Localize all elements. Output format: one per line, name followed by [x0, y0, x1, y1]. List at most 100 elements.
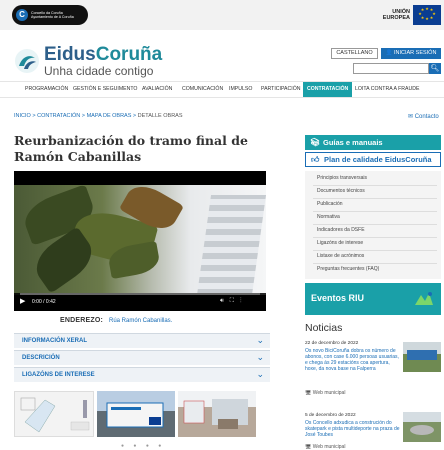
main-nav: PROGRAMACIÓN GESTIÓN E SEGUIMENTO AVALIA… [0, 81, 444, 98]
news-heading: Noticias [305, 322, 343, 334]
city-emblem-icon: C [16, 9, 28, 21]
web-icon: 🖥︎ [305, 390, 312, 396]
news-image[interactable] [403, 342, 441, 372]
quality-plan-label: Plan de calidade EidusCoruña [324, 155, 432, 164]
nav-item-comunicacion[interactable]: COMUNICACIÓN [182, 82, 223, 97]
svg-text:★: ★ [425, 6, 429, 11]
sidebar-link[interactable]: Preguntas frecuentes (FAQ) [317, 266, 379, 272]
breadcrumb: INICIO > CONTRATACIÓN > MAPA DE OBRAS > … [14, 113, 183, 119]
sidebar-link[interactable]: Listaxe de acrónimos [317, 253, 364, 259]
sidebar-link[interactable]: Normativa [317, 214, 340, 220]
breadcrumb-current: DETALLE OBRAS [137, 113, 183, 119]
page-title: Reurbanización do tramo final de Ramón C… [14, 133, 248, 164]
search-button[interactable]: 🔍︎ [429, 63, 441, 74]
brand-tagline: Unha cidade contigo [44, 64, 154, 78]
sidebar-link[interactable]: Publicación [317, 201, 343, 207]
video-frame [14, 178, 266, 295]
brand-name-part2: Coruña [95, 44, 163, 65]
guides-button[interactable]: 📚︎ Guías e manuais [305, 135, 441, 150]
nav-item-participacion[interactable]: PARTICIPACIÓN [261, 82, 301, 97]
eu-flag-icon: ★ ★ ★ ★ ★ ★ ★ ★ [413, 5, 441, 25]
search-input[interactable] [353, 63, 429, 74]
top-bar: C Concello da Coruña Ayuntamiento de A C… [0, 0, 444, 30]
site-plan-image [20, 397, 90, 433]
brand-name-part1: Eidus [44, 44, 96, 65]
accordion-ligazons[interactable]: LIGAZÓNS DE INTERESE ⌄ [14, 367, 270, 382]
construction-image [178, 391, 256, 437]
news-headline[interactable]: Os Concello adxudica a construción do sk… [305, 420, 400, 438]
nav-item-loita-fraude[interactable]: LOITA CONTRA A FRAUDE [355, 82, 419, 97]
video-control-icons[interactable]: 🔊︎⛶⋮ [220, 298, 247, 305]
news-headline[interactable]: Os novo BiciCoruña dobra os número de ab… [305, 348, 400, 372]
events-banner[interactable]: Eventos RIU [305, 283, 441, 315]
news-source-label: Web municipal [312, 444, 346, 450]
thumbs-up-icon: 👍︎ [311, 155, 320, 164]
address-value[interactable]: Rúa Ramón Cabanillas. [109, 318, 172, 324]
contact-link[interactable]: ✉ Contacto [408, 113, 439, 120]
divider [313, 185, 437, 186]
eidus-logo-icon [15, 49, 39, 73]
site-logo[interactable]: EidusCoruña Unha cidade contigo [14, 44, 162, 78]
sidebar-links: Principios transversais Documentos técni… [305, 171, 441, 279]
accordion-descricion[interactable]: DESCRICIÓN ⌄ [14, 350, 270, 365]
login-button[interactable]: 👤 INICIAR SESIÓN [381, 48, 441, 59]
video-progress-track[interactable] [20, 293, 260, 295]
news-date: 22 de decembro de 2022 [305, 341, 359, 346]
nav-item-programacion[interactable]: PROGRAMACIÓN [25, 82, 68, 97]
bike-station-image [403, 342, 441, 372]
works-sign-image [97, 391, 175, 437]
nav-item-xestion[interactable]: GESTIÓN E SEGUIMENTO [73, 82, 137, 97]
city-council-logo[interactable]: C Concello da Coruña Ayuntamiento de A C… [12, 5, 88, 25]
accordion-label: LIGAZÓNS DE INTERESE [22, 372, 95, 378]
svg-text:★: ★ [425, 16, 429, 21]
breadcrumb-contratacion[interactable]: CONTRATACIÓN [37, 113, 80, 119]
sidebar-link[interactable]: Principios transversais [317, 175, 367, 181]
divider [313, 224, 437, 225]
accordion-label: DESCRICIÓN [22, 355, 60, 361]
news-source-label: Web municipal [312, 390, 346, 396]
video-building [196, 195, 266, 295]
news-source: 🖥︎ Web municipal [305, 444, 345, 450]
address: ENDEREZO: Rúa Ramón Cabanillas. [60, 317, 172, 324]
skatepark-image [403, 412, 441, 442]
gallery-thumbnail-plan[interactable] [14, 391, 94, 437]
divider [313, 237, 437, 238]
nav-item-avaliacion[interactable]: AVALIACIÓN [142, 82, 172, 97]
guides-label: Guías e manuais [323, 138, 383, 147]
events-label: Eventos RIU [311, 293, 365, 303]
video-time: 0:00 / 0:42 [32, 299, 56, 305]
mail-icon: ✉ [408, 114, 414, 120]
video-player[interactable]: ▶ 0:00 / 0:42 🔊︎⛶⋮ [14, 171, 266, 311]
sidebar-link[interactable]: Documentos técnicos [317, 188, 365, 194]
gallery-thumbnail-works[interactable] [178, 391, 256, 437]
divider [313, 198, 437, 199]
news-date: 5 de decembro de 2022 [305, 413, 356, 418]
accordion-label: INFORMACIÓN XERAL [22, 338, 87, 344]
divider [313, 263, 437, 264]
nav-item-impulso[interactable]: IMPULSO [229, 82, 252, 97]
user-icon: 👤 [385, 50, 393, 56]
login-label: INICIAR SESIÓN [393, 50, 437, 56]
nav-item-contratacion[interactable]: CONTRATACIÓN [303, 82, 353, 97]
gallery-pagination[interactable]: ● ● ● ● [121, 443, 165, 449]
breadcrumb-inicio[interactable]: INICIO [14, 113, 31, 119]
divider [313, 250, 437, 251]
quality-plan-button[interactable]: 👍︎ Plan de calidade EidusCoruña [305, 152, 441, 167]
sidebar-link[interactable]: Ligazóns de interese [317, 240, 363, 246]
divider [313, 211, 437, 212]
language-button[interactable]: CASTELLANO [331, 48, 378, 59]
contact-label: Contacto [414, 114, 439, 120]
city-logo-text: Concello da Coruña Ayuntamiento de A Cor… [31, 11, 74, 19]
breadcrumb-mapa-obras[interactable]: MAPA DE OBRAS [87, 113, 132, 119]
sidebar-link[interactable]: Indicadores da DSFE [317, 227, 365, 233]
news-image[interactable] [403, 412, 441, 442]
search-icon: 🔍︎ [430, 65, 440, 72]
book-icon: 📚︎ [310, 138, 321, 147]
chevron-down-icon: ⌄ [256, 352, 264, 362]
eu-label: UNIÓN EUROPEA [382, 9, 410, 21]
news-source: 🖥︎ Web municipal [305, 390, 345, 396]
gallery-thumbnail-sign[interactable] [97, 391, 175, 437]
video-controls: ▶ 0:00 / 0:42 🔊︎⛶⋮ [14, 293, 266, 311]
play-icon[interactable]: ▶ [20, 297, 25, 305]
accordion-informacion-xeral[interactable]: INFORMACIÓN XERAL ⌄ [14, 333, 270, 348]
